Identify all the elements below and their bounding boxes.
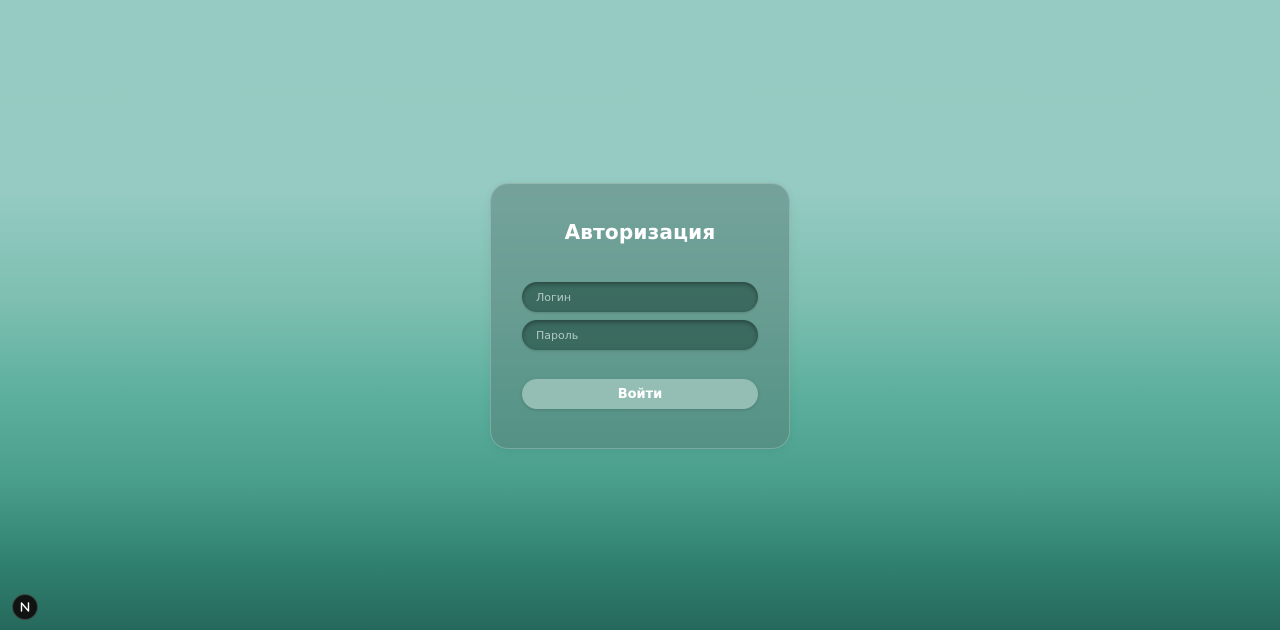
- login-input[interactable]: [522, 282, 758, 312]
- nextjs-logo-icon: [20, 602, 30, 612]
- login-submit-button[interactable]: Войти: [522, 379, 758, 409]
- login-card: Авторизация Войти: [490, 183, 790, 449]
- login-title: Авторизация: [564, 220, 716, 244]
- nextjs-dev-indicator-button[interactable]: [12, 594, 38, 620]
- password-input[interactable]: [522, 320, 758, 350]
